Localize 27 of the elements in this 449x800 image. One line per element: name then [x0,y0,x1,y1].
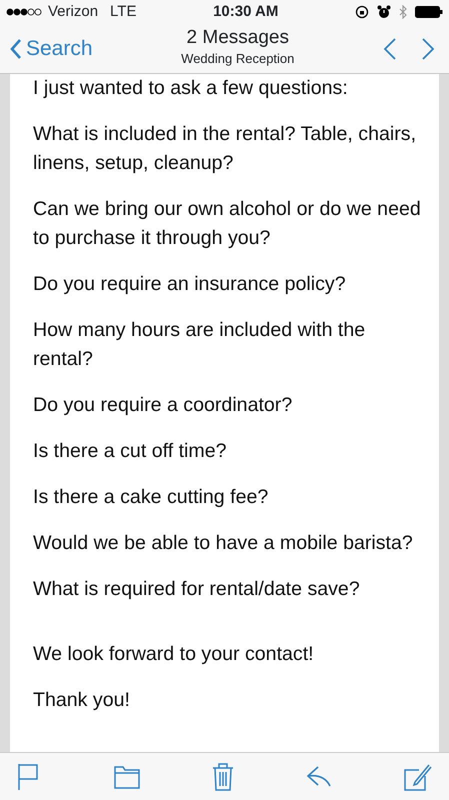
bluetooth-icon [399,5,408,19]
network-type: LTE [110,2,136,22]
carrier-name: Verizon [48,2,98,22]
alarm-icon [377,5,392,19]
next-message-button[interactable] [421,36,435,60]
message-paragraph: Do you require an insurance policy? [33,272,347,297]
previous-message-button[interactable] [383,36,397,60]
chevron-left-icon [10,38,22,58]
subject-subtitle: Wedding Reception [180,50,296,68]
message-paragraph: We look forward to your contact! [33,642,315,667]
signal-icon [6,7,44,17]
message-paragraph: Is there a cake cutting fee? [33,485,270,510]
message-paragraph: Would we be able to have a mobile barista? [33,531,414,556]
message-paragraph: How many hours are included with the rental? [33,318,366,372]
message-paragraph: What is required for rental/date save? [33,577,361,602]
rotation-lock-icon [355,5,370,19]
status-time: 10:30 AM [213,2,278,22]
back-button[interactable]: Search [10,38,93,59]
battery-icon [415,6,444,18]
message-paragraph: I just wanted to ask a few questions: [33,76,349,101]
message-paragraph: Do you require a coordinator? [33,393,294,418]
message-paragraph: What is included in the rental? Table, chairs, linens, setup, cleanup? [33,122,418,176]
message-count-title: 2 Messages [186,28,290,50]
message-paragraph: Thank you! [33,688,131,713]
compose-button[interactable] [403,762,433,792]
message-paragraph: Can we bring our own alcohol or do we need to purchase it through you? [33,197,422,251]
message-paragraph: Is there a cut off time? [33,439,228,464]
